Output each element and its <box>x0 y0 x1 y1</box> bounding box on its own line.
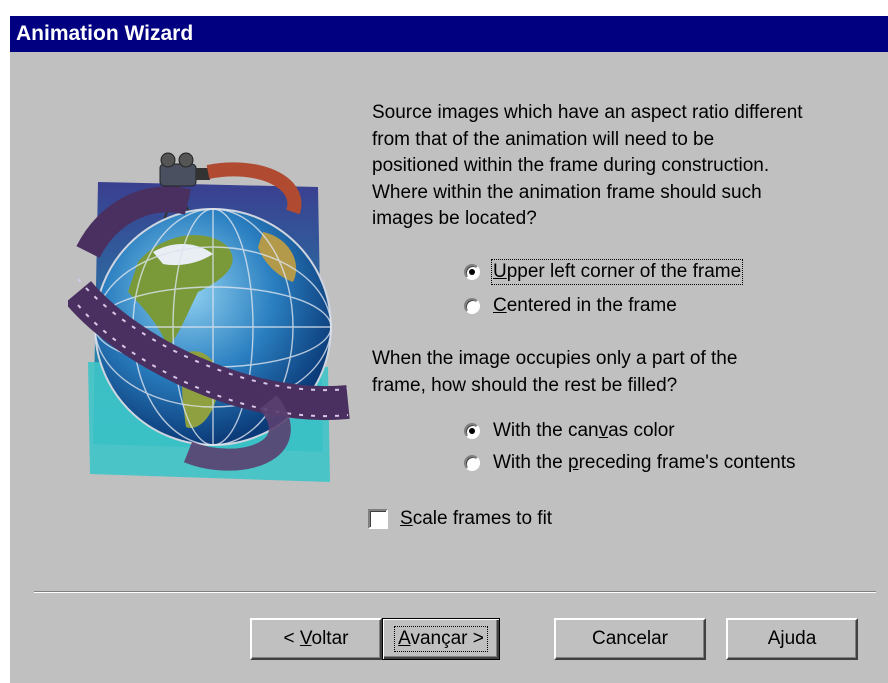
radio-button[interactable] <box>464 455 480 471</box>
back-button[interactable]: < Voltar <box>250 618 382 660</box>
globe-film-illustration <box>68 152 350 482</box>
animation-wizard-dialog: Animation Wizard Source images which hav… <box>10 16 888 683</box>
fill-prompt: When the image occupies only a part of t… <box>372 346 882 399</box>
radio-button[interactable] <box>464 298 480 314</box>
radio-centered-in-frame[interactable]: Centered in the frame <box>464 292 677 320</box>
help-button[interactable]: Ajuda <box>726 618 858 660</box>
radio-label[interactable]: Centered in the frame <box>493 295 677 317</box>
separator-highlight <box>34 592 876 593</box>
prompt-line: images be located? <box>372 208 537 229</box>
cancel-button[interactable]: Cancelar <box>554 618 706 660</box>
radio-label[interactable]: With the canvas color <box>493 420 675 442</box>
radio-button-selected[interactable] <box>464 423 480 439</box>
radio-label[interactable]: Upper left corner of the frame <box>490 259 744 285</box>
prompt-line: Source images which have an aspect ratio… <box>372 102 803 123</box>
radio-button-selected[interactable] <box>464 264 480 280</box>
aspect-ratio-prompt: Source images which have an aspect ratio… <box>372 100 882 233</box>
prompt-line: positioned within the frame during const… <box>372 155 770 176</box>
radio-upper-left-corner[interactable]: Upper left corner of the frame <box>464 258 744 286</box>
prompt-line: from that of the animation will need to … <box>372 128 715 150</box>
prompt-line: Where within the animation frame should … <box>372 181 762 203</box>
radio-label[interactable]: With the preceding frame's contents <box>493 452 796 474</box>
next-button[interactable]: Avançar > <box>382 618 500 660</box>
prompt-line: frame, how should the rest be filled? <box>372 374 678 396</box>
checkbox-box[interactable] <box>368 509 388 529</box>
radio-canvas-color[interactable]: With the canvas color <box>464 417 675 445</box>
scale-frames-checkbox[interactable]: Scale frames to fit <box>368 505 552 533</box>
radio-preceding-frame[interactable]: With the preceding frame's contents <box>464 449 796 477</box>
prompt-line: When the image occupies only a part of t… <box>372 348 738 369</box>
window-title: Animation Wizard <box>10 16 888 52</box>
checkbox-label[interactable]: Scale frames to fit <box>400 508 552 530</box>
